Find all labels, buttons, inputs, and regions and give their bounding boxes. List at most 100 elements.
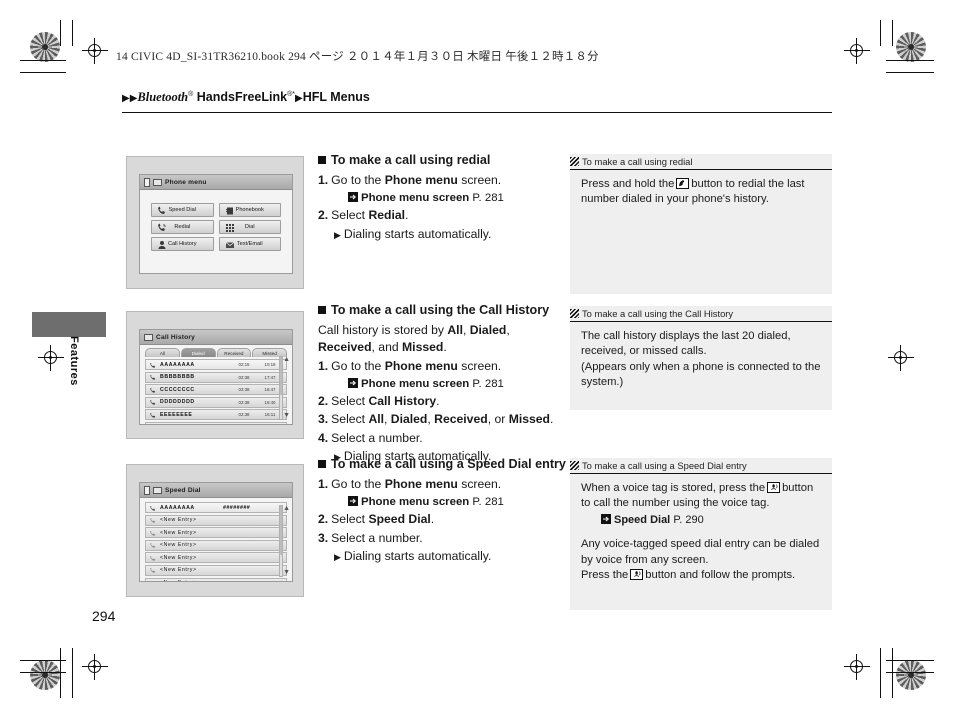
call-history-scrollbar[interactable] (279, 356, 283, 420)
outgoing-call-icon (149, 398, 157, 406)
phone-menu-button-phonebook[interactable]: Phonebook (218, 203, 281, 217)
phone-menu-button-call-history[interactable]: Call History (151, 237, 214, 251)
call-history-titlebar: Call History (140, 330, 292, 345)
call-history-screen: Call History All Dialed Received Missed … (139, 329, 293, 425)
step-number: 4. (318, 430, 329, 445)
section-heading-text: To make a call using redial (331, 153, 491, 167)
step-pre: Select (331, 512, 369, 527)
list-item[interactable]: <New Entry> (145, 577, 287, 581)
cross-reference-page: P. 281 (472, 496, 504, 509)
intro-p8: . (443, 340, 447, 355)
note-redial: To make a call using redial Press and ho… (570, 154, 832, 294)
step-result: ▶ Dialing starts automatically. (334, 548, 576, 565)
call-history-tab-all[interactable]: All (145, 348, 180, 357)
call-history-tab-dialed[interactable]: Dialed (180, 348, 216, 357)
figure-call-history: Call History All Dialed Received Missed … (126, 311, 304, 439)
step-bold-dialed: Dialed (390, 412, 428, 427)
step-post: . (405, 208, 409, 223)
crop-line-right3 (880, 648, 881, 698)
cross-reference: Phone menu screen P. 281 (348, 376, 568, 392)
crop-line-botleft2 (20, 672, 66, 673)
phone-menu-label-phonebook: Phonebook (235, 207, 264, 213)
step-pre: Go to the (331, 476, 385, 491)
step-number: 3. (318, 412, 329, 427)
phone-menu-button-speed-dial[interactable]: Speed Dial (151, 203, 214, 217)
crop-line-bottom2 (72, 648, 73, 698)
step-number: 1. (318, 172, 329, 187)
step-post: screen. (457, 172, 502, 187)
crop-line-botleft (20, 660, 66, 661)
call-history-tab-received[interactable]: Received (216, 348, 252, 357)
registration-mark-tl (82, 38, 108, 64)
crop-line-topright (886, 60, 934, 61)
scrollbar-thumb[interactable] (280, 506, 282, 555)
list-item[interactable]: <New Entry> (145, 539, 287, 551)
breadcrumb-arrow-1: ▶ (122, 93, 130, 104)
note-spacer (581, 528, 822, 537)
scroll-down-icon[interactable]: ▼ (283, 569, 290, 576)
breadcrumb-hfl-menus: HFL Menus (302, 90, 370, 104)
speed-dial-name: <New Entry> (160, 554, 197, 561)
bullet-square-icon (318, 156, 326, 164)
note-body: When a voice tag is stored, press the bu… (570, 474, 832, 591)
crop-line-bottom (60, 648, 61, 698)
speed-dial-titlebar: Speed Dial (140, 483, 292, 498)
step-result-text: Dialing starts automatically. (343, 226, 492, 241)
intro-p2: , (462, 322, 470, 337)
step-bold: Speed Dial (368, 512, 431, 527)
intro-received: Received (318, 340, 372, 355)
step-post: . (430, 512, 435, 527)
call-history-date: 02:38 (238, 387, 250, 393)
cross-reference-label: Phone menu screen (361, 496, 470, 509)
crop-line-left2 (20, 72, 66, 73)
table-row[interactable]: EEEEEEEE 02:38 16:11 (145, 409, 287, 421)
scrollbar-thumb[interactable] (280, 357, 282, 396)
list-item[interactable]: AAAAAAAA ######## (145, 502, 287, 513)
signal-icon (144, 177, 150, 187)
registration-star-bottomleft (30, 660, 60, 690)
phone-menu-button-dial[interactable]: Dial (218, 220, 281, 234)
speed-dial-name: <New Entry> (160, 580, 283, 581)
section-heading-text: To make a call using a Speed Dial entry (331, 457, 566, 471)
list-item[interactable]: <New Entry> (145, 552, 287, 564)
note-body: Press and hold the button to redial the … (570, 170, 832, 216)
table-row[interactable]: BBBBBBBB 02:38 17:47 (145, 371, 287, 383)
jump-arrow-icon (348, 496, 358, 507)
table-row[interactable]: AAAAAAAA 02:15 10:19 (145, 359, 287, 370)
registration-mark-right (888, 345, 914, 371)
phone-menu-button-text-email[interactable]: Text/Email (218, 237, 281, 251)
scroll-up-icon[interactable]: ▲ (283, 356, 290, 363)
battery-icon (153, 486, 162, 494)
registration-mark-left (38, 345, 64, 371)
side-tab-label: Features (68, 336, 80, 386)
note-line-3b: button and follow the prompts. (645, 568, 796, 581)
list-item[interactable]: <New Entry> (145, 527, 287, 539)
step-bold-received: Received (434, 412, 488, 427)
note-cross-reference-label: Speed Dial (614, 513, 671, 526)
scroll-up-icon[interactable]: ▲ (283, 505, 290, 512)
call-history-title: Call History (156, 333, 196, 341)
registration-star-bottomright (896, 660, 926, 690)
table-row[interactable]: FFFFFFFF 01:25 16:56 (145, 421, 287, 424)
phone-menu-label-speed-dial: Speed Dial (168, 207, 196, 213)
breadcrumb-arrow-3: ▶ (294, 93, 303, 104)
crop-line-top (60, 20, 61, 46)
step-result: ▶ Dialing starts automatically. (334, 226, 568, 243)
crop-line-topright2 (886, 72, 934, 73)
section-heading: To make a call using redial (318, 152, 568, 170)
phone-pickup-button-icon (676, 178, 690, 189)
phone-menu-button-redial[interactable]: Redial (151, 220, 214, 234)
table-row[interactable]: CCCCCCCC 02:38 16:47 (145, 384, 287, 396)
speed-dial-scrollbar[interactable] (279, 505, 283, 577)
figure-phone-menu: Phone menu Speed Dial Phonebook Redial D… (126, 156, 304, 289)
voice-tag-button-icon (767, 482, 781, 493)
scroll-down-icon[interactable]: ▼ (283, 412, 290, 419)
result-arrow-icon: ▶ (334, 552, 341, 563)
table-row[interactable]: DDDDDDDD 02:38 16:40 (145, 396, 287, 408)
crop-line-top2 (72, 20, 73, 46)
jump-arrow-icon (348, 377, 358, 388)
note-text-a: Press and hold the (581, 178, 675, 190)
cross-reference-page: P. 281 (472, 377, 504, 390)
list-item[interactable]: <New Entry> (145, 514, 287, 526)
list-item[interactable]: <New Entry> (145, 564, 287, 576)
